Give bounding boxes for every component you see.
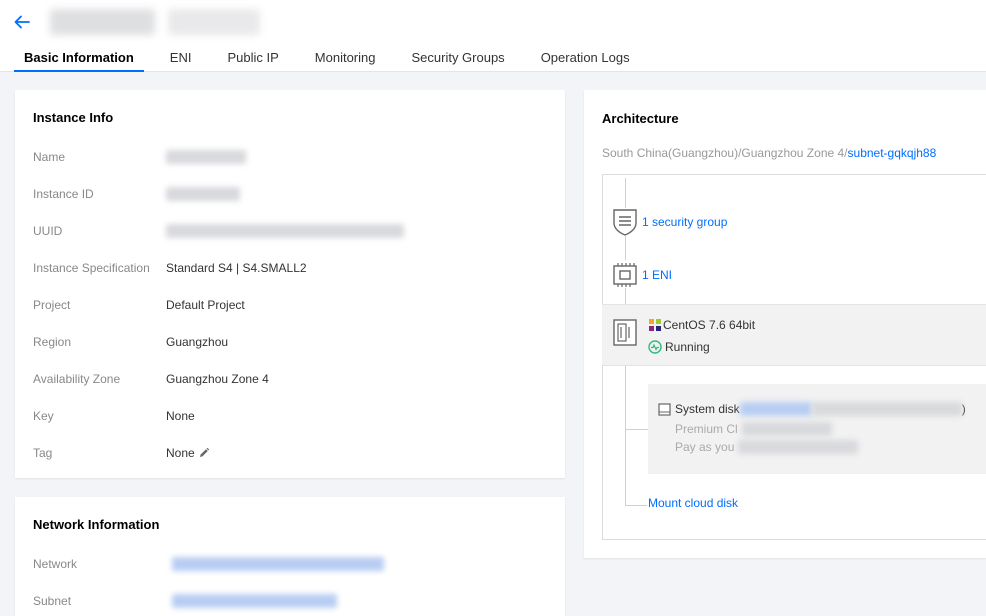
info-label: Availability Zone xyxy=(33,372,121,386)
info-value: Guangzhou xyxy=(166,335,229,349)
tab-security-groups[interactable]: Security Groups xyxy=(401,50,514,72)
status-line: Running xyxy=(648,340,710,354)
instance-id-title xyxy=(168,9,260,35)
info-row-tag: Tag None xyxy=(33,444,210,462)
arrow-left-icon[interactable] xyxy=(12,12,32,32)
tab-monitoring[interactable]: Monitoring xyxy=(305,50,386,72)
info-row-key: Key None xyxy=(33,407,195,425)
connector-line xyxy=(625,505,647,506)
tab-operation-logs[interactable]: Operation Logs xyxy=(531,50,640,72)
info-value xyxy=(166,187,240,201)
info-label: Subnet xyxy=(33,594,72,608)
info-label: Key xyxy=(33,409,54,423)
status-text: Running xyxy=(665,340,710,354)
disk-title-line: System disk ) xyxy=(658,402,966,416)
connector-line xyxy=(625,178,626,208)
info-row-availability-zone: Availability Zone Guangzhou Zone 4 xyxy=(33,370,269,388)
info-label: Instance Specification xyxy=(33,261,150,275)
tab-eni[interactable]: ENI xyxy=(160,50,202,72)
server-icon xyxy=(613,319,637,346)
redacted-disk-size xyxy=(811,402,962,416)
instance-node: CentOS 7.6 64bit Running xyxy=(602,304,986,366)
redacted-value xyxy=(166,150,246,164)
info-value xyxy=(166,224,404,238)
redacted-network-link xyxy=(172,557,384,571)
info-label: UUID xyxy=(33,224,63,238)
info-value: Default Project xyxy=(166,298,245,312)
info-label: Region xyxy=(33,335,72,349)
info-row-project: Project Default Project xyxy=(33,296,245,314)
info-label: Tag xyxy=(33,446,53,460)
connector-line xyxy=(625,236,626,260)
network-row-network: Network xyxy=(33,555,384,573)
instance-name-title xyxy=(50,9,155,35)
path-prefix: South China(Guangzhou)/Guangzhou Zone 4/ xyxy=(602,146,848,160)
connector-line xyxy=(625,288,626,304)
redacted-disk-id[interactable] xyxy=(739,402,812,416)
redacted-disk-type xyxy=(741,422,832,436)
info-row-name: Name xyxy=(33,148,246,166)
disk-label: System disk xyxy=(675,402,740,416)
info-label: Network xyxy=(33,557,78,571)
instance-info-title: Instance Info xyxy=(33,110,114,125)
centos-logo-icon xyxy=(649,319,661,331)
info-row-instance-specification: Instance Specification Standard S4 | S4.… xyxy=(33,259,307,277)
architecture-card: Architecture South China(Guangzhou)/Guan… xyxy=(584,90,986,558)
os-line: CentOS 7.6 64bit xyxy=(648,318,755,332)
info-value: Standard S4 | S4.SMALL2 xyxy=(166,261,307,275)
info-value: None xyxy=(166,409,195,423)
pencil-icon[interactable] xyxy=(198,447,210,459)
redacted-value xyxy=(166,224,404,238)
info-value xyxy=(166,150,246,164)
redacted-value xyxy=(166,187,240,201)
eni-link[interactable]: 1 ENI xyxy=(642,268,672,282)
security-group-link[interactable]: 1 security group xyxy=(642,215,727,229)
architecture-title: Architecture xyxy=(602,111,679,126)
architecture-path: South China(Guangzhou)/Guangzhou Zone 4/… xyxy=(602,146,936,160)
tab-bar: Basic Information ENI Public IP Monitori… xyxy=(14,50,656,72)
eni-node: 1 ENI xyxy=(612,262,672,288)
top-bar: Basic Information ENI Public IP Monitori… xyxy=(0,0,986,72)
tag-value: None xyxy=(166,446,195,460)
connector-line xyxy=(625,429,648,430)
redacted-disk-billing xyxy=(738,440,859,454)
network-card-icon xyxy=(613,263,637,287)
mount-cloud-disk-link[interactable]: Mount cloud disk xyxy=(648,496,738,510)
info-row-region: Region Guangzhou xyxy=(33,333,228,351)
network-info-card: Network Information Network Subnet xyxy=(15,497,565,616)
disk-type-line: Premium Cl xyxy=(675,422,832,436)
security-group-node: 1 security group xyxy=(612,208,727,236)
shield-icon xyxy=(613,209,637,236)
subnet-link[interactable]: subnet-gqkqjh88 xyxy=(848,146,937,160)
disk-icon xyxy=(658,402,671,416)
running-status-icon xyxy=(648,340,662,354)
info-value[interactable] xyxy=(166,594,337,608)
info-value: Guangzhou Zone 4 xyxy=(166,372,269,386)
instance-info-card: Instance Info Name Instance ID UUID Inst… xyxy=(15,90,565,478)
info-label: Name xyxy=(33,150,66,164)
disk-type: Premium Cl xyxy=(675,422,738,436)
info-label: Project xyxy=(33,298,71,312)
os-name: CentOS 7.6 64bit xyxy=(663,318,756,332)
info-value[interactable] xyxy=(166,557,384,571)
tab-basic-information[interactable]: Basic Information xyxy=(14,50,144,72)
info-label: Instance ID xyxy=(33,187,94,201)
redacted-subnet-link xyxy=(172,594,337,608)
info-row-instance-id: Instance ID xyxy=(33,185,240,203)
network-row-subnet: Subnet xyxy=(33,592,337,610)
tab-public-ip[interactable]: Public IP xyxy=(217,50,288,72)
system-disk-node: System disk ) Premium Cl Pay as you xyxy=(648,384,986,474)
info-row-uuid: UUID xyxy=(33,222,404,240)
disk-close-paren: ) xyxy=(961,402,966,416)
network-info-title: Network Information xyxy=(33,517,160,532)
disk-billing: Pay as you xyxy=(675,440,735,454)
disk-billing-line: Pay as you xyxy=(675,440,859,454)
info-value: None xyxy=(166,446,210,460)
connector-line xyxy=(625,366,626,506)
